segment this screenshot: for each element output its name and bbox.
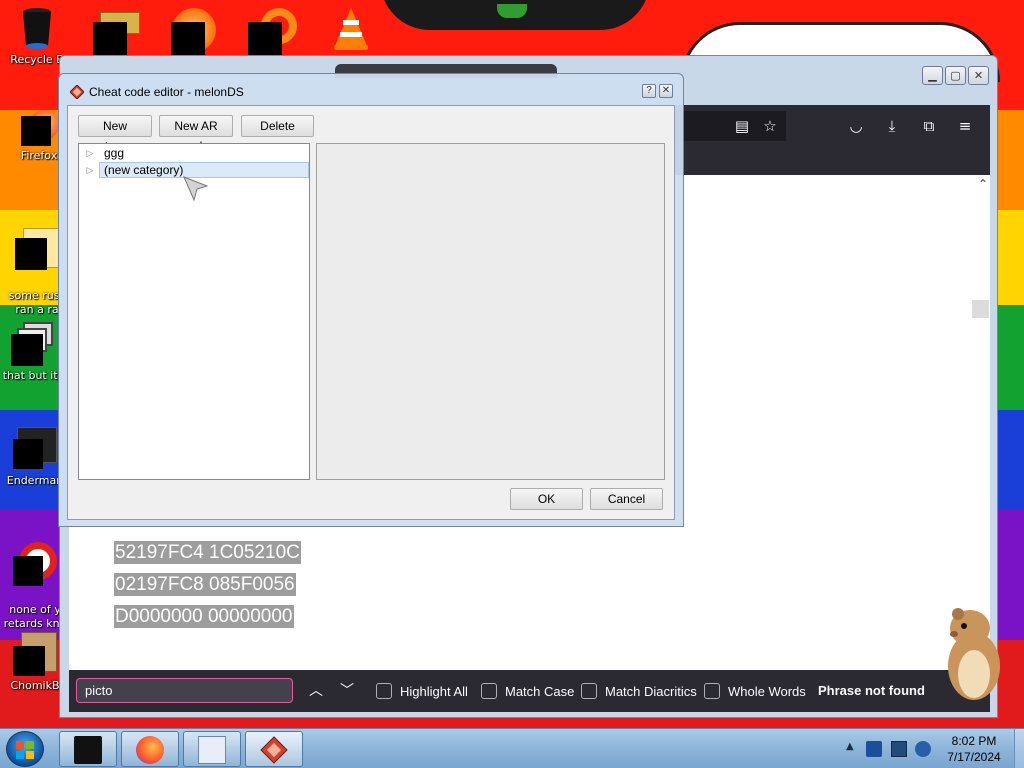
cancel-button[interactable]: Cancel (590, 488, 663, 510)
taskbar-app-melonds[interactable] (245, 731, 303, 767)
downloads-icon[interactable]: ⤓ (882, 116, 902, 136)
redacted-icon[interactable] (171, 22, 205, 56)
clock-time: 8:02 PM (951, 734, 997, 748)
windows-logo-icon (16, 741, 34, 759)
desktop-icon-label: Recycle B (10, 53, 64, 66)
redacted-icon[interactable] (93, 22, 127, 56)
ok-button[interactable]: OK (510, 488, 583, 510)
find-status: Phrase not found (818, 683, 925, 698)
taskbar-app-wordpad[interactable] (183, 731, 241, 767)
desktop-icon-label: Enderman (6, 474, 64, 487)
hamster-image-icon (13, 632, 57, 676)
wallpaper-graphic-dot (497, 4, 527, 18)
melonds-icon (70, 85, 84, 99)
desktop-icon-label: ChomikB (10, 679, 60, 692)
vlc-icon[interactable] (331, 6, 371, 52)
desktop-icon-label: some russ ran a ra (8, 289, 66, 316)
help-button[interactable]: ? (642, 84, 656, 98)
recycle-bin-icon (23, 8, 51, 49)
find-previous-icon[interactable]: ︿ (309, 680, 323, 700)
new-category-button[interactable]: New category (78, 115, 152, 153)
tree-item[interactable]: ▷ (new category) (80, 162, 187, 178)
checkbox-box[interactable] (704, 683, 720, 699)
code-detail-panel (316, 143, 665, 480)
whole-words-checkbox[interactable]: Whole Words (704, 683, 806, 699)
match-case-checkbox[interactable]: Match Case (481, 683, 574, 699)
page-scrollbar[interactable] (973, 175, 990, 670)
redacted-icon[interactable] (248, 22, 282, 56)
cheat-code-line: D0000000 00000000 (114, 605, 294, 628)
network-icon[interactable] (891, 741, 907, 757)
stacked-windows-icon (11, 322, 55, 366)
tree-item-label: ggg (104, 146, 125, 160)
maximize-button[interactable]: ▢ (945, 66, 966, 85)
reader-view-icon[interactable]: ▤ (732, 116, 752, 136)
close-button[interactable]: ✕ (968, 66, 989, 85)
minimize-button[interactable]: ▁ (922, 66, 943, 85)
tree-item[interactable]: ▷ ggg (80, 145, 128, 161)
match-diacritics-checkbox[interactable]: Match Diacritics (581, 683, 697, 699)
scroll-thumb[interactable] (972, 300, 989, 318)
extensions-icon[interactable]: ⧉ (919, 116, 939, 136)
show-desktop-button[interactable] (1014, 729, 1024, 768)
desktop-icon-label: none of y retards kno (3, 603, 67, 630)
window-caption-buttons: ▁ ▢ ✕ (922, 66, 989, 85)
melonds-icon (260, 736, 288, 764)
menu-icon[interactable]: ≡ (955, 116, 975, 136)
terminal-icon (74, 736, 102, 764)
checkbox-label: Match Diacritics (605, 683, 697, 699)
desktop-icon-label: that but its (2, 369, 64, 382)
document-icon (15, 228, 59, 272)
checkbox-label: Match Case (505, 683, 575, 699)
checkbox-box[interactable] (376, 683, 392, 699)
firefox-icon (21, 110, 59, 146)
find-input[interactable]: picto (76, 678, 293, 703)
dialog-close-button[interactable]: ✕ (659, 84, 673, 98)
dialog-client-area: New category New AR code Delete ▷ ggg ▷ … (67, 105, 675, 520)
tray-app-icon[interactable] (866, 741, 882, 757)
checkbox-label: Highlight All (400, 683, 468, 699)
expand-arrow-icon[interactable]: ▷ (80, 165, 100, 176)
cheat-code-line: 02197FC8 085F0056 (114, 573, 296, 596)
pocket-icon[interactable]: ◡ (846, 116, 866, 136)
video-icon (13, 427, 57, 471)
expand-arrow-icon[interactable]: ▷ (80, 148, 100, 159)
scroll-up-icon[interactable]: ⌃ (978, 177, 988, 191)
delete-button[interactable]: Delete (241, 115, 314, 137)
highlight-all-checkbox[interactable]: Highlight All (376, 683, 468, 699)
mouse-pointer-icon (183, 176, 209, 202)
start-button[interactable] (6, 731, 44, 767)
cheat-code-editor-dialog: Cheat code editor - melonDS ? ✕ New cate… (58, 73, 684, 527)
dialog-title: Cheat code editor - melonDS (89, 85, 244, 99)
clock-date: 7/17/2024 (947, 750, 1001, 764)
system-clock[interactable]: 8:02 PM 7/17/2024 (938, 733, 1010, 765)
checkbox-box[interactable] (581, 683, 597, 699)
new-ar-code-button[interactable]: New AR code (159, 115, 233, 153)
checkbox-box[interactable] (481, 683, 497, 699)
desktop-icon-label: Firefox (20, 149, 58, 162)
checkbox-label: Whole Words (728, 683, 806, 699)
find-next-icon[interactable]: ﹀ (340, 680, 354, 700)
show-hidden-icons-icon[interactable]: ▲ (846, 741, 854, 752)
hamster-sticker (948, 608, 1000, 700)
find-bar: picto ︿ ﹀ Highlight All Match Case Match… (69, 670, 990, 712)
volume-icon[interactable] (915, 741, 931, 757)
taskbar-app-terminal[interactable] (59, 731, 117, 767)
cheat-code-line: 52197FC4 1C05210C (114, 541, 301, 564)
firefox-icon (136, 736, 164, 764)
opera-icon (13, 542, 57, 586)
bookmark-star-icon[interactable]: ☆ (760, 116, 780, 136)
taskbar: ▲ 8:02 PM 7/17/2024 (0, 728, 1024, 768)
tree-item-label: (new category) (104, 163, 184, 177)
taskbar-app-firefox[interactable] (121, 731, 179, 767)
wordpad-icon (198, 736, 226, 764)
